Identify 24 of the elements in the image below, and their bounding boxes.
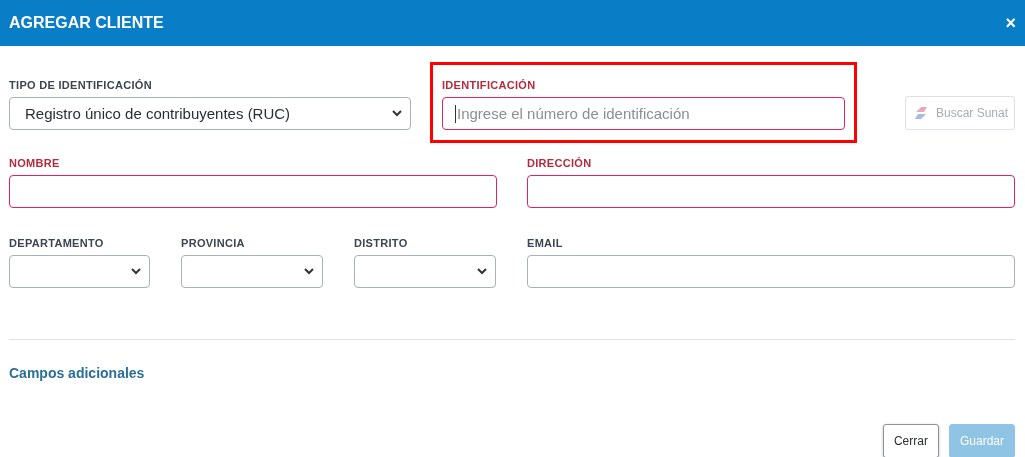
field-label: DIRECCIÓN [527,157,593,169]
input-field[interactable] [527,255,1015,288]
field-label: TIPO DE IDENTIFICACIÓN [9,79,153,91]
field-label: IDENTIFICACIÓN [442,79,537,91]
field-label: DISTRITO [354,237,409,249]
select-field[interactable] [9,255,150,288]
chevron-down-icon [392,110,402,117]
close-button[interactable]: × [1005,12,1016,34]
input-field[interactable] [527,175,1015,208]
select-field[interactable] [181,255,323,288]
chevron-down-icon [477,268,487,275]
select-field[interactable]: Registro único de contribuyentes (RUC) [9,97,411,130]
field-label: EMAIL [527,237,564,249]
input-field[interactable] [9,175,497,208]
close-form-button[interactable]: Cerrar [882,424,939,457]
select-field[interactable] [354,255,496,288]
chevron-down-icon [131,268,141,275]
field-label: NOMBRE [9,157,61,169]
dialog-title: AGREGAR CLIENTE [9,14,164,32]
field-label: PROVINCIA [181,237,246,249]
field-label: DEPARTAMENTO [9,237,105,249]
chevron-down-icon [304,268,314,275]
input-field[interactable]: Ingrese el número de identificación [442,97,845,130]
additional-fields-link[interactable]: Campos adicionales [9,365,145,381]
